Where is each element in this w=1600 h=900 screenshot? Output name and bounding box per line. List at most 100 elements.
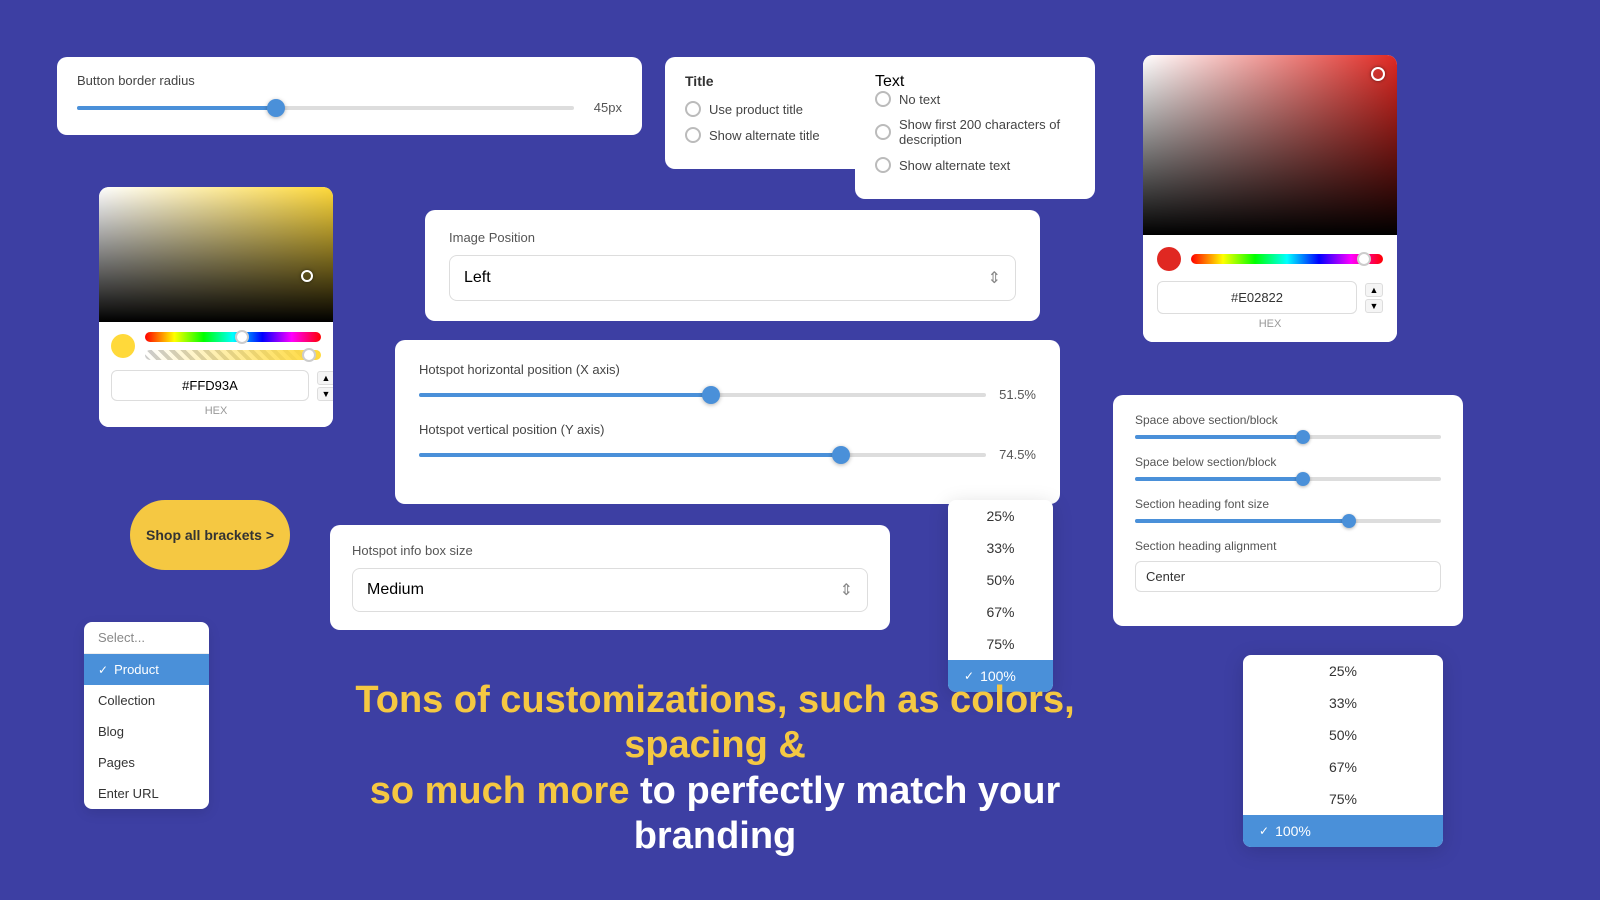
radio-first-200[interactable]: Show first 200 characters of description <box>875 117 1075 147</box>
radio-circle-1 <box>685 101 701 117</box>
select-product-label: Product <box>114 662 159 677</box>
hotspot-x-track[interactable] <box>419 393 986 397</box>
color-controls-red: ▲ ▼ HEX <box>1143 235 1397 342</box>
hotspot-x-thumb[interactable] <box>702 386 720 404</box>
radio-no-text[interactable]: No text <box>875 91 1075 107</box>
bottom-text-line1: Tons of customizations, such as colors, … <box>290 678 1140 769</box>
radio-alternate-text[interactable]: Show alternate text <box>875 157 1075 173</box>
hotspot-size-arrows: ⇕ <box>840 580 853 600</box>
hotspot-x-value: 51.5% <box>998 387 1036 402</box>
pct-50[interactable]: 50% <box>948 564 1053 596</box>
color-picker-red[interactable]: ▲ ▼ HEX <box>1143 55 1397 342</box>
pct-25[interactable]: 25% <box>948 500 1053 532</box>
r-pct-100-label: 100% <box>1275 823 1311 839</box>
radio-circle-2 <box>685 127 701 143</box>
radio-label-2: Show alternate title <box>709 128 820 143</box>
select-dropdown[interactable]: Select... ✓ Product Collection Blog Page… <box>84 622 209 809</box>
pct-67[interactable]: 67% <box>948 596 1053 628</box>
hex-input-red[interactable] <box>1157 281 1357 314</box>
space-below-track[interactable] <box>1135 477 1441 481</box>
hue-slider-yellow[interactable] <box>145 332 321 342</box>
shop-all-brackets-label: Shop all brackets > <box>134 527 286 543</box>
border-radius-value: 45px <box>584 100 622 115</box>
radio-first-200-circle <box>875 124 891 140</box>
space-below-fill <box>1135 477 1303 481</box>
hex-arrow-down-red[interactable]: ▼ <box>1365 299 1383 313</box>
hue-slider-red[interactable] <box>1191 254 1383 264</box>
color-picker-yellow[interactable]: ▲ ▼ HEX <box>99 187 333 427</box>
font-size-track[interactable] <box>1135 519 1441 523</box>
image-position-select[interactable]: Left ⇕ <box>449 255 1016 301</box>
r-pct-67[interactable]: 67% <box>1243 751 1443 783</box>
hotspot-size-card: Hotspot info box size Medium ⇕ <box>330 525 890 630</box>
hotspot-y-fill <box>419 453 841 457</box>
hex-label-yellow: HEX <box>111 405 321 417</box>
space-below-thumb[interactable] <box>1296 472 1310 486</box>
opacity-thumb-yellow[interactable] <box>302 348 316 362</box>
r-pct-50[interactable]: 50% <box>1243 719 1443 751</box>
hotspot-y-thumb[interactable] <box>832 446 850 464</box>
space-above-track[interactable] <box>1135 435 1441 439</box>
dropdown-pct-left[interactable]: 25% 33% 50% 67% 75% ✓ 100% <box>948 500 1053 692</box>
hotspot-y-label: Hotspot vertical position (Y axis) <box>419 422 1036 437</box>
radio-no-text-label: No text <box>899 92 940 107</box>
pct-33[interactable]: 33% <box>948 532 1053 564</box>
hue-thumb-red[interactable] <box>1357 252 1371 266</box>
alignment-row: Section heading alignment Center <box>1135 539 1441 592</box>
hex-input-yellow[interactable] <box>111 370 309 401</box>
r-pct-100-selected[interactable]: ✓ 100% <box>1243 815 1443 847</box>
hue-thumb-yellow[interactable] <box>235 330 249 344</box>
hotspot-x-fill <box>419 393 711 397</box>
select-pages[interactable]: Pages <box>84 747 209 778</box>
border-radius-thumb[interactable] <box>267 99 285 117</box>
dropdown-pct-right[interactable]: 25% 33% 50% 67% 75% ✓ 100% <box>1243 655 1443 847</box>
bottom-text-container: Tons of customizations, such as colors, … <box>290 678 1140 860</box>
radio-first-200-label: Show first 200 characters of description <box>899 117 1075 147</box>
image-position-value: Left <box>464 269 491 287</box>
r-pct-33[interactable]: 33% <box>1243 687 1443 719</box>
hotspot-size-value: Medium <box>367 581 424 599</box>
radio-no-text-circle <box>875 91 891 107</box>
pct-75[interactable]: 75% <box>948 628 1053 660</box>
hex-arrow-up-red[interactable]: ▲ <box>1365 283 1383 297</box>
image-position-label: Image Position <box>449 230 1016 245</box>
hotspot-size-select[interactable]: Medium ⇕ <box>352 568 868 612</box>
border-radius-fill <box>77 106 276 110</box>
select-placeholder: Select... <box>84 622 209 654</box>
select-collection[interactable]: Collection <box>84 685 209 716</box>
bottom-text-yellow-1: Tons of customizations, such as colors, … <box>355 679 1074 767</box>
bottom-text-white-2: to perfectly match your branding <box>634 770 1061 858</box>
space-above-fill <box>1135 435 1303 439</box>
hotspot-y-track[interactable] <box>419 453 986 457</box>
alignment-value: Center <box>1146 569 1185 584</box>
font-size-row: Section heading font size <box>1135 497 1441 523</box>
r-pct-75[interactable]: 75% <box>1243 783 1443 815</box>
border-radius-track[interactable] <box>77 106 574 110</box>
select-enter-url[interactable]: Enter URL <box>84 778 209 809</box>
font-size-label: Section heading font size <box>1135 497 1441 511</box>
color-gradient-yellow[interactable] <box>99 187 333 322</box>
color-gradient-red[interactable] <box>1143 55 1397 235</box>
hex-label-red: HEX <box>1157 318 1383 330</box>
opacity-slider-yellow[interactable] <box>145 350 321 360</box>
radio-alternate-text-circle <box>875 157 891 173</box>
r-pct-25[interactable]: 25% <box>1243 655 1443 687</box>
hotspot-x-label: Hotspot horizontal position (X axis) <box>419 362 1036 377</box>
hex-arrow-down-yellow[interactable]: ▼ <box>317 387 333 401</box>
hex-arrow-up-yellow[interactable]: ▲ <box>317 371 333 385</box>
font-size-thumb[interactable] <box>1342 514 1356 528</box>
hex-arrows-yellow: ▲ ▼ <box>317 371 333 401</box>
space-controls-card: Space above section/block Space below se… <box>1113 395 1463 626</box>
bottom-text-line2: so much more to perfectly match your bra… <box>290 769 1140 860</box>
border-radius-slider-row: 45px <box>77 100 622 115</box>
select-blog[interactable]: Blog <box>84 716 209 747</box>
alignment-label: Section heading alignment <box>1135 539 1441 553</box>
color-cursor-red <box>1371 67 1385 81</box>
text-card: Text No text Show first 200 characters o… <box>855 57 1095 199</box>
select-product[interactable]: ✓ Product <box>84 654 209 685</box>
shop-all-brackets-button[interactable]: Shop all brackets > <box>130 500 290 570</box>
hex-arrows-red: ▲ ▼ <box>1365 283 1383 313</box>
alignment-select[interactable]: Center <box>1135 561 1441 592</box>
space-above-thumb[interactable] <box>1296 430 1310 444</box>
space-above-label: Space above section/block <box>1135 413 1441 427</box>
